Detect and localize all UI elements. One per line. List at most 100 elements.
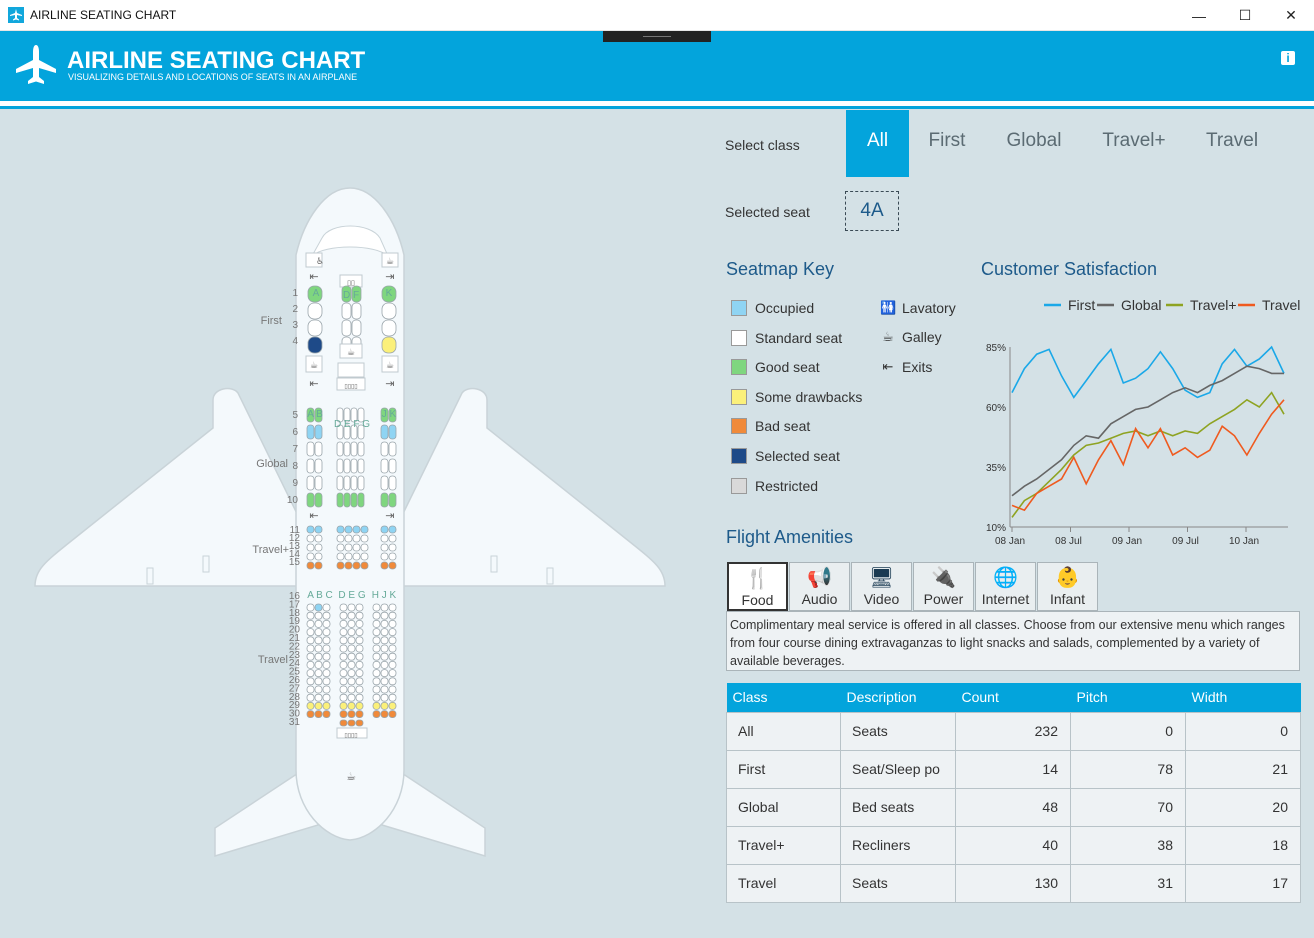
seat[interactable] <box>388 619 397 628</box>
seat[interactable] <box>322 710 331 718</box>
seat[interactable] <box>352 543 361 552</box>
seat[interactable] <box>314 636 323 645</box>
seat[interactable] <box>336 561 345 570</box>
seat[interactable] <box>339 644 348 653</box>
seat[interactable] <box>347 644 356 653</box>
seat[interactable] <box>339 661 348 669</box>
seat[interactable] <box>347 619 356 628</box>
seat[interactable] <box>344 534 353 543</box>
seat[interactable] <box>380 561 389 570</box>
seat[interactable] <box>355 693 364 702</box>
seat[interactable] <box>347 628 356 636</box>
amenity-internet[interactable]: 🌐 Internet <box>975 562 1036 611</box>
amenity-infant[interactable]: 👶 Infant <box>1037 562 1098 611</box>
seat[interactable] <box>314 475 323 491</box>
seat[interactable] <box>314 424 323 440</box>
seat[interactable] <box>352 534 361 543</box>
seat[interactable] <box>388 628 397 636</box>
seat[interactable] <box>306 441 315 457</box>
seat[interactable] <box>347 702 356 710</box>
seat[interactable] <box>339 710 348 718</box>
seat[interactable] <box>314 611 323 620</box>
column-header-description[interactable]: Description <box>840 683 956 712</box>
seat[interactable] <box>380 636 389 645</box>
seat[interactable] <box>314 661 323 669</box>
seat[interactable] <box>388 661 397 669</box>
seat[interactable] <box>306 611 315 620</box>
tab-first[interactable]: First <box>918 110 976 177</box>
table-row[interactable]: First Seat/Sleep po 14 78 21 <box>726 749 1301 789</box>
seat[interactable] <box>314 669 323 677</box>
seat[interactable] <box>352 525 361 534</box>
table-row[interactable]: All Seats 232 0 0 <box>726 711 1301 751</box>
seat[interactable] <box>314 441 323 457</box>
seat[interactable] <box>322 644 331 653</box>
seat[interactable] <box>343 475 351 491</box>
seat[interactable] <box>355 719 364 727</box>
seat[interactable] <box>380 603 389 612</box>
seat-2A[interactable] <box>307 302 323 320</box>
seat[interactable] <box>344 525 353 534</box>
seat[interactable] <box>380 710 389 718</box>
seat[interactable] <box>336 475 344 491</box>
seat[interactable] <box>339 636 348 645</box>
seat-2F[interactable] <box>351 302 362 320</box>
seat[interactable] <box>372 669 381 677</box>
seat[interactable] <box>322 611 331 620</box>
seat[interactable] <box>388 636 397 645</box>
seat[interactable] <box>336 441 344 457</box>
seat[interactable] <box>314 552 323 561</box>
seat[interactable] <box>372 677 381 686</box>
seat[interactable] <box>344 552 353 561</box>
seat[interactable] <box>357 458 365 474</box>
seat[interactable] <box>380 458 389 474</box>
seat[interactable] <box>380 644 389 653</box>
seat[interactable] <box>357 441 365 457</box>
seat-3K[interactable] <box>381 319 397 337</box>
seat[interactable] <box>343 492 351 508</box>
seat[interactable] <box>339 611 348 620</box>
seat[interactable] <box>306 652 315 661</box>
seat[interactable] <box>380 693 389 702</box>
seat[interactable] <box>388 475 397 491</box>
seat[interactable] <box>355 677 364 686</box>
seat[interactable] <box>388 552 397 561</box>
seat[interactable] <box>322 702 331 710</box>
maximize-button[interactable]: ☐ <box>1222 0 1268 31</box>
seat[interactable] <box>322 652 331 661</box>
seat-2D[interactable] <box>341 302 352 320</box>
seat[interactable] <box>372 652 381 661</box>
seat[interactable] <box>306 702 315 710</box>
seat-4K[interactable] <box>381 336 397 354</box>
seat[interactable] <box>388 424 397 440</box>
amenity-power[interactable]: 🔌 Power <box>913 562 974 611</box>
seat[interactable] <box>380 619 389 628</box>
seat[interactable] <box>372 603 381 612</box>
seat[interactable] <box>360 534 369 543</box>
drag-handle[interactable] <box>603 31 711 42</box>
seat[interactable] <box>388 677 397 686</box>
seat[interactable] <box>372 685 381 694</box>
seat[interactable] <box>344 561 353 570</box>
seat[interactable] <box>380 685 389 694</box>
seat[interactable] <box>322 669 331 677</box>
seat[interactable] <box>314 525 323 534</box>
seat[interactable] <box>306 693 315 702</box>
seat[interactable] <box>314 685 323 694</box>
seat[interactable] <box>347 719 356 727</box>
seat[interactable] <box>350 475 358 491</box>
seat[interactable] <box>322 661 331 669</box>
tab-travel-plus[interactable]: Travel+ <box>1093 110 1175 177</box>
seat[interactable] <box>360 543 369 552</box>
seat[interactable] <box>306 669 315 677</box>
seat[interactable] <box>306 628 315 636</box>
seat[interactable] <box>372 661 381 669</box>
seat[interactable] <box>380 424 389 440</box>
seat[interactable] <box>343 441 351 457</box>
seat[interactable] <box>372 636 381 645</box>
seat[interactable] <box>360 561 369 570</box>
seat[interactable] <box>380 652 389 661</box>
seat[interactable] <box>388 710 397 718</box>
seat[interactable] <box>355 652 364 661</box>
table-row[interactable]: Global Bed seats 48 70 20 <box>726 787 1301 827</box>
